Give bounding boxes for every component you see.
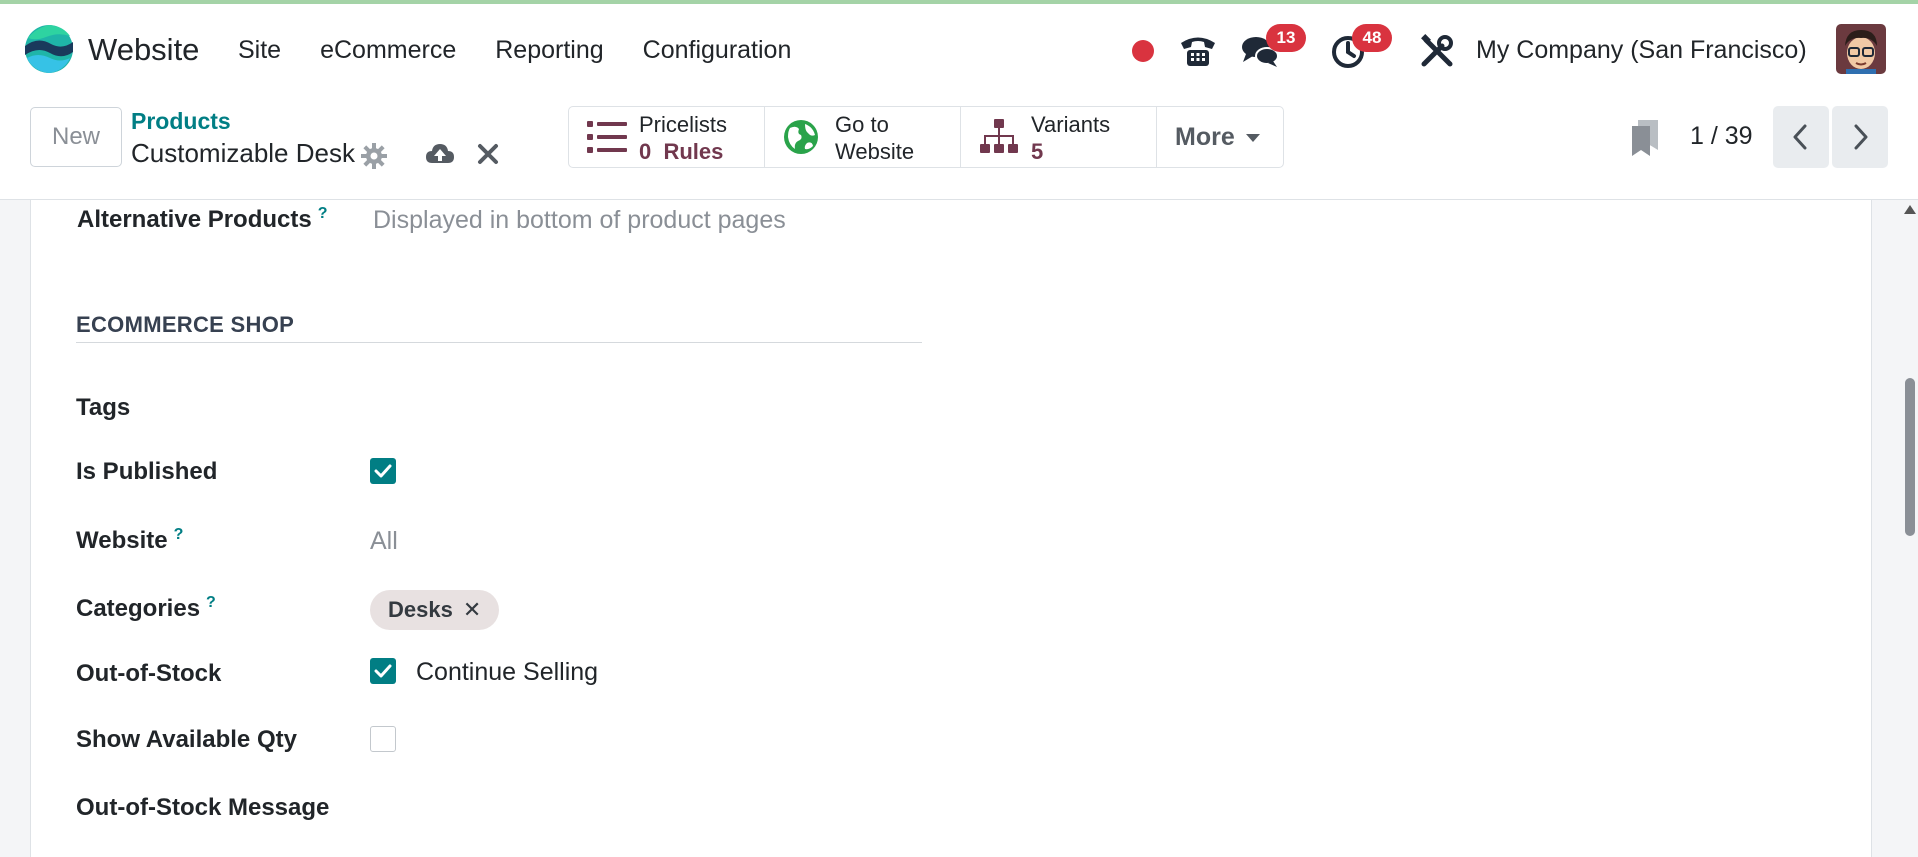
discard-close-icon[interactable] (476, 142, 500, 166)
chevron-right-icon (1854, 124, 1868, 150)
website-field[interactable]: All (370, 527, 398, 556)
variants-count: 5 (1031, 139, 1044, 164)
main-navbar: Website Site eCommerce Reporting Configu… (0, 4, 1918, 94)
remove-tag-icon[interactable]: ✕ (463, 597, 481, 622)
show-available-qty-checkbox[interactable] (370, 726, 396, 752)
category-tag-desks[interactable]: Desks ✕ (370, 590, 500, 630)
more-label: More (1175, 123, 1260, 152)
phone-icon[interactable] (1178, 30, 1218, 70)
gear-icon[interactable] (360, 142, 388, 170)
menu-configuration[interactable]: Configuration (643, 36, 792, 65)
go-to-website-smart-button[interactable]: Go to Website (765, 107, 961, 167)
help-tooltip-icon[interactable]: ? (206, 594, 216, 611)
category-tag-label: Desks (388, 597, 453, 622)
activities-badge: 48 (1352, 24, 1392, 52)
pager-next-button[interactable] (1832, 106, 1888, 168)
save-cloud-icon[interactable] (424, 138, 456, 170)
continue-selling-checkbox[interactable] (370, 658, 396, 684)
variants-smart-button[interactable]: Variants 5 (961, 107, 1157, 167)
form-sheet: Alternative Products? Displayed in botto… (30, 200, 1872, 857)
tools-icon[interactable] (1418, 32, 1458, 72)
continue-selling-label[interactable]: Continue Selling (416, 658, 598, 687)
section-divider (76, 342, 922, 343)
ecommerce-shop-section-title: ECOMMERCE SHOP (76, 312, 295, 337)
company-switcher[interactable]: My Company (San Francisco) (1476, 36, 1807, 65)
breadcrumb-products[interactable]: Products (131, 108, 231, 135)
variants-label: Variants (1031, 112, 1111, 137)
checkmark-icon (374, 464, 392, 478)
new-button[interactable]: New (30, 107, 122, 167)
more-dropdown-button[interactable]: More (1157, 107, 1283, 167)
is-published-checkbox[interactable] (370, 458, 396, 484)
pager-previous-button[interactable] (1773, 106, 1829, 168)
help-tooltip-icon[interactable]: ? (174, 526, 184, 543)
top-menu: Site eCommerce Reporting Configuration (238, 36, 830, 65)
pricelists-rules-value: 0 Rules (639, 139, 724, 164)
categories-label: Categories? (76, 594, 216, 622)
scrollbar-thumb[interactable] (1905, 378, 1915, 536)
breadcrumb-current-record: Customizable Desk (131, 138, 355, 168)
alternative-products-label: Alternative Products? (77, 205, 328, 233)
menu-reporting[interactable]: Reporting (495, 36, 603, 65)
app-name[interactable]: Website (88, 32, 199, 68)
recording-indicator-icon[interactable] (1132, 40, 1154, 62)
help-tooltip-icon[interactable]: ? (318, 205, 328, 222)
out-of-stock-label: Out-of-Stock (76, 660, 222, 687)
website-app-icon[interactable] (24, 24, 74, 74)
website-label: Website? (76, 526, 184, 554)
website-label: Website (835, 139, 915, 164)
show-available-qty-label: Show Available Qty (76, 726, 297, 753)
is-published-label: Is Published (76, 458, 218, 485)
chevron-left-icon (1793, 124, 1807, 150)
checkmark-icon (374, 664, 392, 678)
smart-buttons: Pricelists 0 Rules Go to Website Variant… (568, 106, 1284, 168)
alternative-products-input[interactable]: Displayed in bottom of product pages (373, 206, 786, 235)
scroll-up-arrow-icon[interactable] (1904, 205, 1916, 214)
menu-ecommerce[interactable]: eCommerce (320, 36, 456, 65)
menu-site[interactable]: Site (238, 36, 281, 65)
tags-label: Tags (76, 394, 131, 421)
caret-down-icon (1245, 134, 1260, 143)
bookmark-icon[interactable] (1630, 120, 1660, 156)
pricelists-smart-button[interactable]: Pricelists 0 Rules (569, 107, 765, 167)
pricelists-label: Pricelists (639, 112, 728, 137)
sitemap-icon (979, 119, 1019, 155)
list-icon (587, 119, 627, 155)
out-of-stock-message-label: Out-of-Stock Message (76, 794, 330, 821)
pager-value[interactable]: 1 / 39 (1690, 122, 1753, 151)
go-to-label: Go to (835, 112, 889, 137)
globe-icon (783, 119, 823, 155)
control-panel: New Products Customizable Desk Pricelist… (0, 94, 1918, 200)
user-avatar[interactable] (1836, 24, 1886, 74)
messages-badge: 13 (1266, 24, 1306, 52)
